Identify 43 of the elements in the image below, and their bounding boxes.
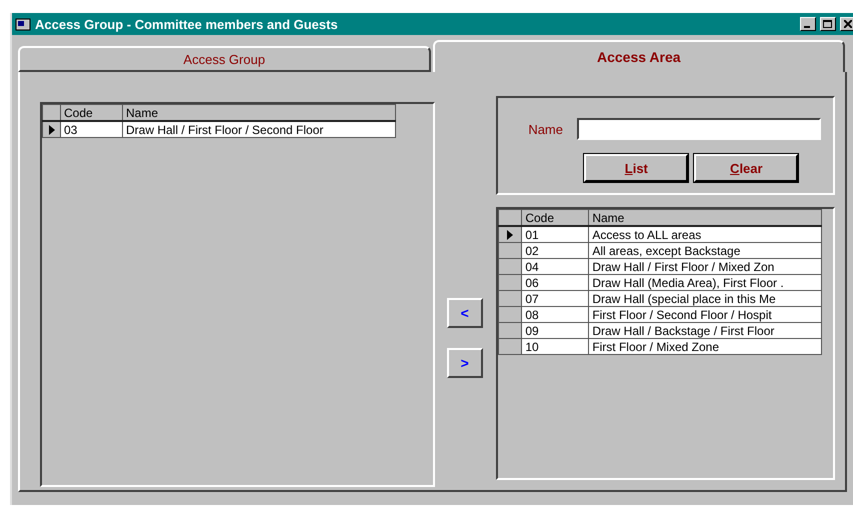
maximize-button[interactable]	[820, 17, 836, 31]
close-button[interactable]	[840, 17, 853, 31]
action-button[interactable]: List	[584, 154, 688, 182]
name-label: Name	[528, 122, 563, 136]
move-button[interactable]: >	[446, 348, 483, 378]
table-cell: Draw Hall (Media Area), First Floor .	[588, 274, 822, 291]
table-cell: 03	[60, 121, 122, 138]
close-icon	[844, 20, 852, 28]
table-cell: First Floor / Mixed Zone	[588, 338, 822, 355]
move-button[interactable]: <	[446, 298, 483, 328]
window-title: Access Group - Committee members and Guests	[35, 16, 339, 32]
minimize-button[interactable]	[800, 17, 816, 31]
table-cell: Draw Hall / First Floor / Second Floor	[122, 121, 396, 138]
column-header[interactable]: Code	[60, 104, 122, 121]
header-corner	[498, 210, 522, 226]
row-selector[interactable]	[42, 121, 60, 138]
tab[interactable]: Access Group	[18, 46, 430, 72]
table-cell: Draw Hall / Backstage / First Floor	[588, 322, 822, 339]
table-cell: 06	[522, 274, 589, 291]
app-icon	[15, 17, 31, 31]
name-field[interactable]	[577, 118, 821, 140]
column-header[interactable]: Name	[122, 104, 396, 121]
column-header[interactable]: Code	[522, 210, 589, 226]
table-cell: 01	[522, 226, 589, 243]
table-cell: 02	[522, 242, 589, 259]
current-row-icon	[507, 230, 514, 240]
table-cell: Draw Hall (special place in this Me	[588, 290, 822, 307]
tab[interactable]: Access Area	[432, 40, 845, 72]
action-button[interactable]: Clear	[694, 154, 798, 182]
table-cell: 08	[522, 306, 589, 323]
table-cell: 10	[522, 338, 589, 355]
table-cell: 04	[522, 258, 589, 275]
table-cell: All areas, except Backstage	[588, 242, 822, 259]
column-header[interactable]: Name	[588, 210, 822, 226]
header-corner	[42, 104, 60, 121]
current-row-icon	[48, 124, 54, 134]
maximize-icon	[823, 20, 833, 28]
table-cell: Draw Hall / First Floor / Mixed Zon	[588, 258, 822, 275]
table-cell: First Floor / Second Floor / Hospit	[588, 306, 822, 323]
table-cell: 07	[522, 290, 589, 307]
row-selector[interactable]	[498, 226, 522, 243]
table-cell: Access to ALL areas	[588, 226, 822, 243]
table-cell: 09	[522, 322, 589, 339]
